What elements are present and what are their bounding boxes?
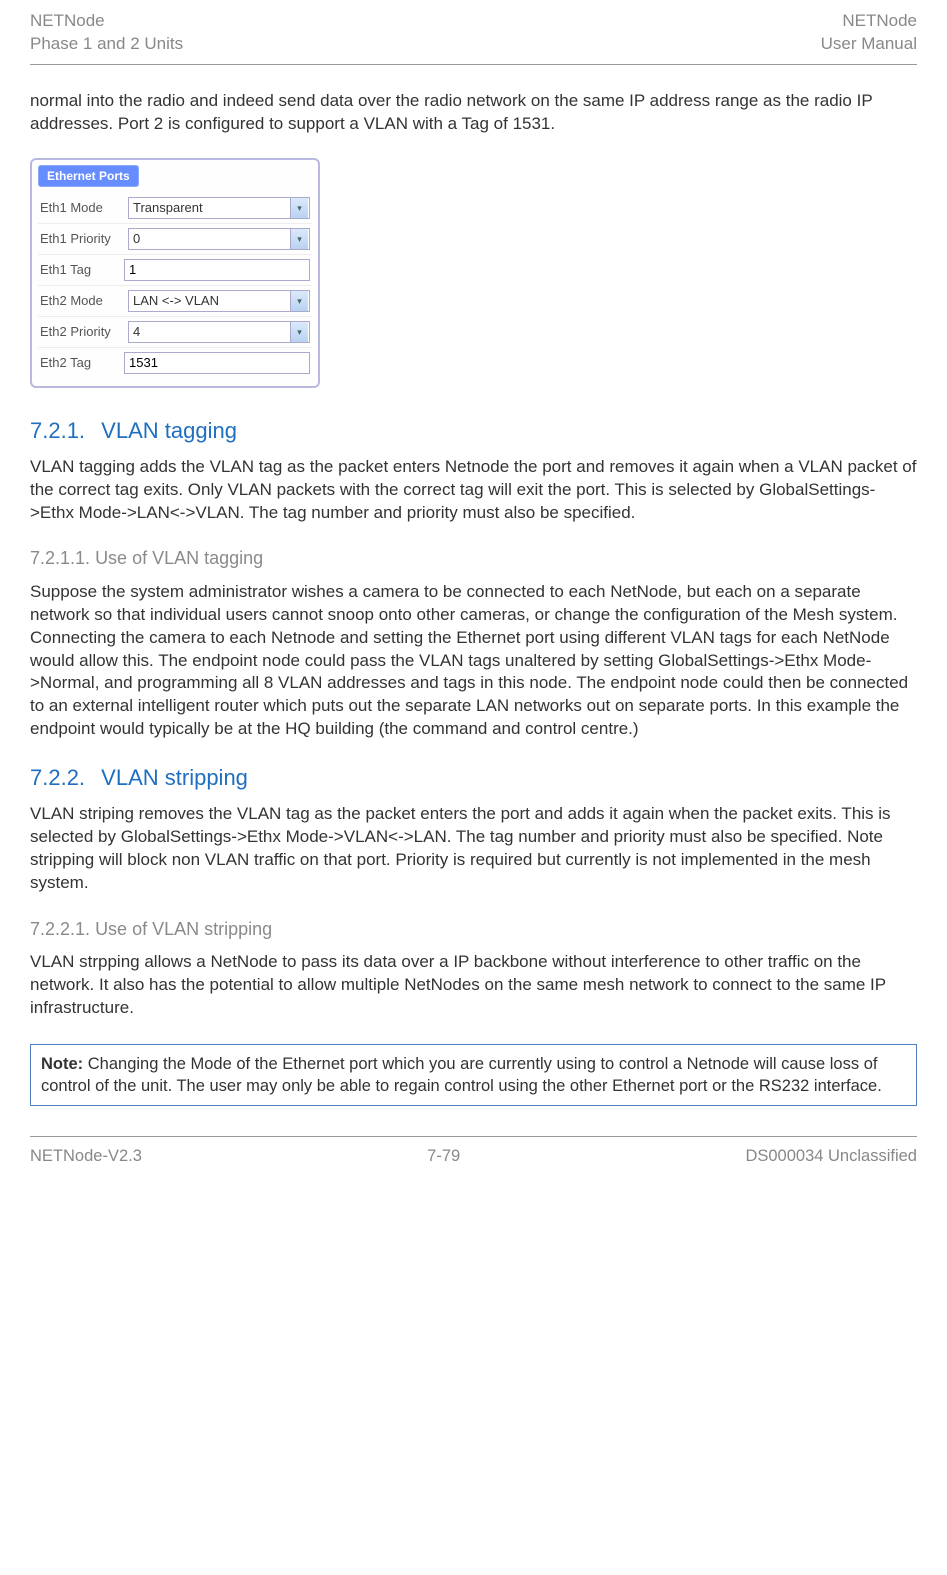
note-box: Note: Changing the Mode of the Ethernet … [30,1044,917,1107]
eth1-mode-label: Eth1 Mode [40,199,128,217]
eth2-mode-select[interactable]: LAN <-> VLAN ▾ [128,290,310,312]
eth1-mode-select[interactable]: Transparent ▾ [128,197,310,219]
header-right-line2: User Manual [821,33,917,56]
eth2-priority-select[interactable]: 4 ▾ [128,321,310,343]
chevron-down-icon: ▾ [290,291,308,311]
heading-722-num: 7.2.2. [30,765,85,790]
footer-right: DS000034 Unclassified [745,1145,917,1167]
para-722: VLAN striping removes the VLAN tag as th… [30,803,917,895]
intro-paragraph: normal into the radio and indeed send da… [30,90,917,136]
chevron-down-icon: ▾ [290,229,308,249]
heading-7211-num: 7.2.1.1. [30,548,90,568]
chevron-down-icon: ▾ [290,322,308,342]
footer-left: NETNode-V2.3 [30,1145,142,1167]
heading-7221-title: Use of VLAN stripping [95,919,272,939]
page-header: NETNode Phase 1 and 2 Units NETNode User… [30,10,917,65]
para-721: VLAN tagging adds the VLAN tag as the pa… [30,456,917,525]
eth2-tag-input[interactable] [124,352,310,374]
row-eth2-tag: Eth2 Tag [38,348,312,378]
eth1-tag-label: Eth1 Tag [40,261,124,279]
eth1-priority-select[interactable]: 0 ▾ [128,228,310,250]
header-right-line1: NETNode [821,10,917,33]
note-label: Note: [41,1055,83,1073]
header-left-line1: NETNode [30,10,183,33]
eth2-mode-value: LAN <-> VLAN [133,292,219,310]
footer-center: 7-79 [427,1145,460,1167]
row-eth2-priority: Eth2 Priority 4 ▾ [38,317,312,348]
header-left: NETNode Phase 1 and 2 Units [30,10,183,56]
heading-7221-num: 7.2.2.1. [30,919,90,939]
row-eth2-mode: Eth2 Mode LAN <-> VLAN ▾ [38,286,312,317]
eth1-tag-input[interactable] [124,259,310,281]
row-eth1-mode: Eth1 Mode Transparent ▾ [38,193,312,224]
eth1-mode-value: Transparent [133,199,203,217]
row-eth1-priority: Eth1 Priority 0 ▾ [38,224,312,255]
panel-title: Ethernet Ports [38,165,139,187]
para-7211: Suppose the system administrator wishes … [30,581,917,742]
page-footer: NETNode-V2.3 7-79 DS000034 Unclassified [30,1136,917,1167]
header-left-line2: Phase 1 and 2 Units [30,33,183,56]
heading-721-title: VLAN tagging [101,418,237,443]
eth2-mode-label: Eth2 Mode [40,292,128,310]
heading-722-title: VLAN stripping [101,765,248,790]
heading-7221: 7.2.2.1. Use of VLAN stripping [30,917,917,941]
para-7221: VLAN strpping allows a NetNode to pass i… [30,951,917,1020]
heading-722: 7.2.2. VLAN stripping [30,763,917,793]
eth1-priority-value: 0 [133,230,140,248]
eth2-priority-label: Eth2 Priority [40,323,128,341]
heading-7211: 7.2.1.1. Use of VLAN tagging [30,546,917,570]
heading-7211-title: Use of VLAN tagging [95,548,263,568]
ethernet-ports-panel: Ethernet Ports Eth1 Mode Transparent ▾ E… [30,158,320,388]
heading-721: 7.2.1. VLAN tagging [30,416,917,446]
chevron-down-icon: ▾ [290,198,308,218]
eth2-priority-value: 4 [133,323,140,341]
heading-721-num: 7.2.1. [30,418,85,443]
note-body: Changing the Mode of the Ethernet port w… [41,1055,882,1095]
eth1-priority-label: Eth1 Priority [40,230,128,248]
eth2-tag-label: Eth2 Tag [40,354,124,372]
row-eth1-tag: Eth1 Tag [38,255,312,286]
header-right: NETNode User Manual [821,10,917,56]
